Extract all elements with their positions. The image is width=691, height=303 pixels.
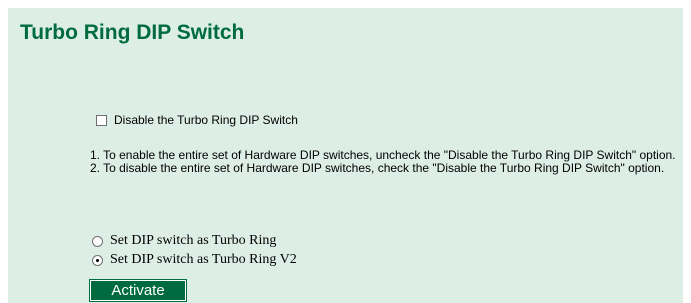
page-title: Turbo Ring DIP Switch [20, 21, 245, 44]
mode-option-turbo-ring[interactable]: Set DIP switch as Turbo Ring [92, 233, 276, 249]
instructions: 1. To enable the entire set of Hardware … [90, 149, 680, 175]
mode-option-turbo-ring-v2[interactable]: Set DIP switch as Turbo Ring V2 [92, 252, 297, 268]
disable-dip-switch-checkbox[interactable] [96, 114, 107, 126]
disable-dip-switch-option[interactable]: Disable the Turbo Ring DIP Switch [96, 113, 298, 127]
activate-button[interactable]: Activate [89, 279, 187, 302]
turbo-ring-v2-radio[interactable] [92, 254, 103, 266]
settings-panel: Turbo Ring DIP Switch Disable the Turbo … [8, 8, 683, 303]
turbo-ring-radio[interactable] [92, 235, 103, 247]
turbo-ring-v2-label: Set DIP switch as Turbo Ring V2 [110, 252, 297, 267]
instruction-disable: 2. To disable the entire set of Hardware… [90, 161, 665, 175]
turbo-ring-label: Set DIP switch as Turbo Ring [110, 233, 277, 248]
disable-dip-switch-label: Disable the Turbo Ring DIP Switch [114, 113, 298, 127]
